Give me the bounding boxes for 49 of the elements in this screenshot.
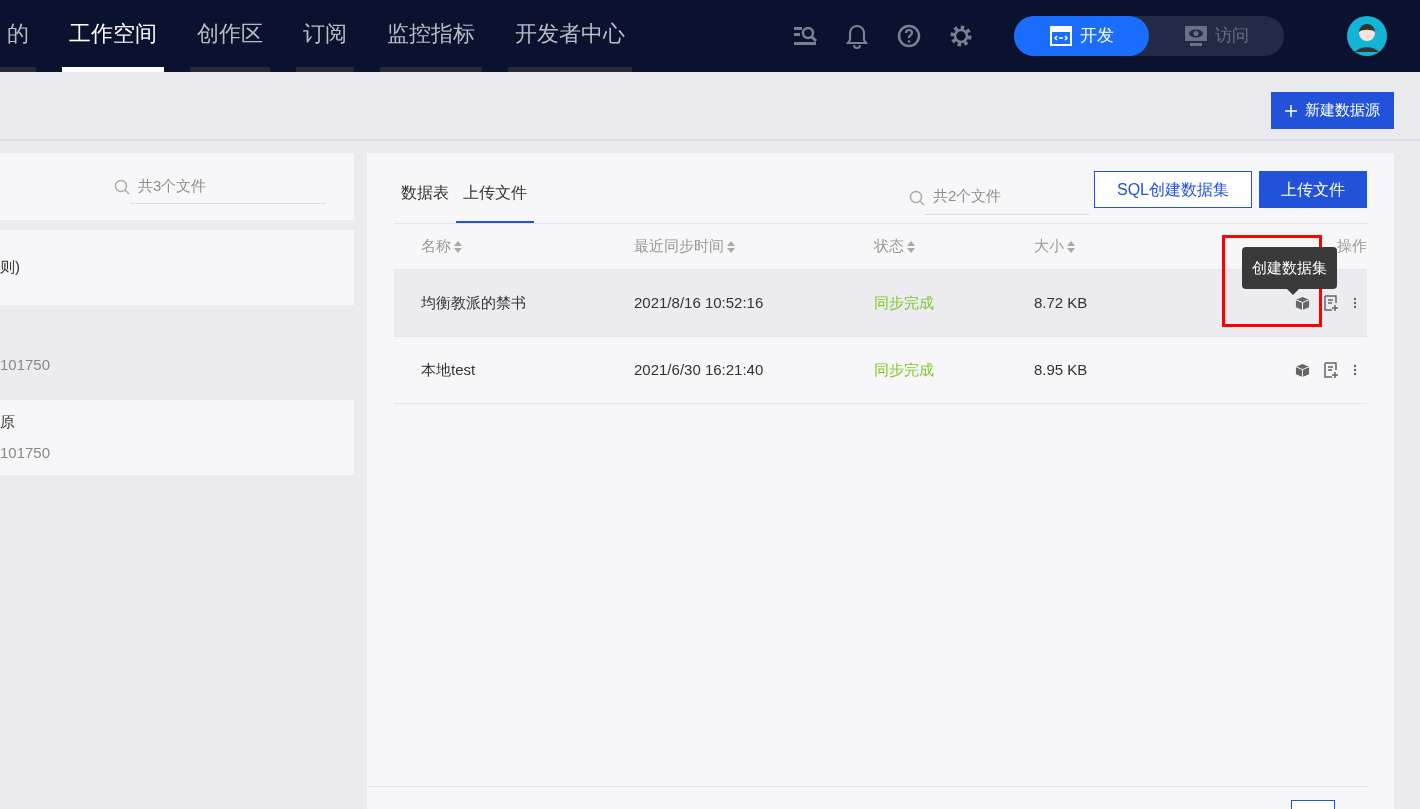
nav-tab[interactable]: 开发者中心 xyxy=(508,0,632,72)
cube-icon[interactable] xyxy=(1295,295,1310,311)
search-bar[interactable]: 共3个文件 xyxy=(0,153,354,220)
add-document-icon[interactable] xyxy=(1324,295,1339,311)
nav-tab[interactable]: 工作空间 xyxy=(62,0,164,72)
column-header: 操作 xyxy=(1337,236,1367,257)
mode-toggle-option[interactable]: 开发 xyxy=(1014,16,1149,56)
cube-icon[interactable] xyxy=(1295,362,1310,378)
nav-tab[interactable]: 的 xyxy=(0,0,36,72)
item-id: 101750 xyxy=(0,442,51,463)
more-icon[interactable] xyxy=(1353,364,1357,376)
tooltip-arrow xyxy=(1287,289,1299,295)
list-item[interactable]: 则) xyxy=(0,230,354,305)
more-icon[interactable] xyxy=(1353,297,1357,309)
search-icon xyxy=(909,189,925,206)
item-title: 原 xyxy=(0,412,15,432)
add-document-icon[interactable] xyxy=(1324,362,1339,378)
plus-icon xyxy=(1285,104,1297,117)
column-header: 状态 xyxy=(874,236,904,257)
code-window-icon xyxy=(1049,26,1072,46)
file-name: 均衡教派的禁书 xyxy=(421,292,526,313)
create-dataset-button[interactable]: SQL创建数据集 xyxy=(1094,171,1252,208)
eye-monitor-icon xyxy=(1184,26,1207,46)
column-header: 名称 xyxy=(421,236,451,257)
nav-tab[interactable]: 监控指标 xyxy=(380,0,482,72)
item-id: 101750 xyxy=(0,355,51,376)
bell-icon[interactable] xyxy=(844,23,870,49)
sync-time: 2021/6/30 16:21:40 xyxy=(634,359,764,380)
tooltip: 创建数据集 xyxy=(1242,247,1337,289)
tab[interactable]: 数据表 xyxy=(394,171,456,223)
column-header: 大小 xyxy=(1034,236,1064,257)
sync-status: 同步完成 xyxy=(874,292,934,313)
file-name: 本地test xyxy=(421,359,476,380)
file-size: 8.95 KB xyxy=(1034,359,1088,380)
upload-button[interactable]: 上传文件 xyxy=(1259,171,1367,208)
search-icon xyxy=(114,179,130,196)
column-header: 最近同步时间 xyxy=(634,236,724,257)
tab[interactable]: 上传文件 xyxy=(456,171,534,223)
item-title: 则) xyxy=(0,257,20,278)
file-size: 8.72 KB xyxy=(1034,292,1088,313)
new-datasource-button[interactable]: 新建数据源 xyxy=(1271,92,1394,129)
sync-status: 同步完成 xyxy=(874,359,934,380)
avatar-icon[interactable] xyxy=(1347,16,1387,56)
nav-tab[interactable]: 创作区 xyxy=(190,0,270,72)
nav-tab[interactable]: 订阅 xyxy=(296,0,354,72)
list-item[interactable]: 原 101750 xyxy=(0,400,354,475)
help-icon[interactable] xyxy=(896,23,922,49)
settings-icon[interactable] xyxy=(948,23,974,49)
sync-time: 2021/8/16 10:52:16 xyxy=(634,292,764,313)
